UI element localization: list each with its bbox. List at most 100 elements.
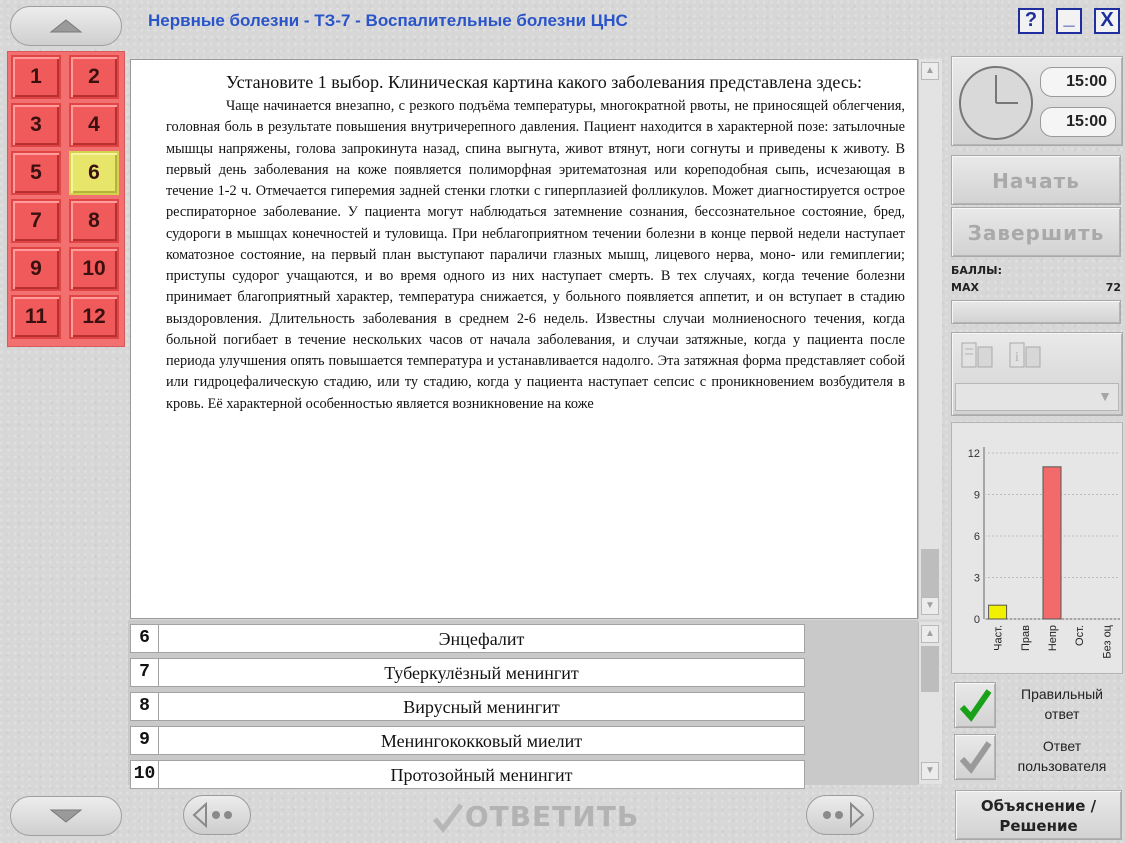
question-scrollbar[interactable]: ▲ ▼ [918, 59, 942, 619]
answer-option[interactable]: 8 Вирусный менингит [130, 692, 805, 721]
answer-number: 7 [131, 659, 159, 686]
y-tick-label: 3 [974, 573, 980, 585]
info-icon[interactable]: i [1008, 341, 1044, 371]
answer-text: Менингококковый миелит [380, 731, 583, 751]
help-icon: ? [1024, 9, 1038, 31]
user-label-line2: пользователя [1017, 758, 1107, 774]
question-2-button[interactable]: 2 [69, 55, 119, 99]
scroll-down-arrow-icon[interactable]: ▼ [921, 597, 939, 615]
x-tick-label: Непр [1047, 625, 1059, 651]
answer-text: Вирусный менингит [403, 697, 560, 717]
x-tick-label: Без оц [1101, 624, 1113, 658]
explanation-label-line2: Решение [999, 817, 1078, 835]
arrow-right-dots-icon [823, 801, 865, 829]
score-label: БАЛЛЫ: [951, 264, 1002, 277]
finish-button[interactable]: Завершить [951, 207, 1121, 257]
question-7-button[interactable]: 7 [11, 199, 61, 243]
answers-scroll-down-icon[interactable]: ▼ [921, 762, 939, 780]
options-dropdown[interactable]: ▼ [955, 383, 1119, 411]
scroll-up-arrow-icon[interactable]: ▲ [921, 62, 939, 80]
start-button[interactable]: Начать [951, 155, 1121, 205]
checkmark-gray-icon [959, 741, 992, 774]
question-body: Чаще начинается внезапно, с резкого подъ… [166, 98, 905, 412]
minimize-icon: _ [1063, 7, 1075, 29]
help-button[interactable]: ? [1018, 8, 1044, 34]
x-tick-label: Прав [1020, 625, 1032, 651]
correct-answer-label: Правильный ответ [1001, 684, 1123, 724]
user-answer-label: Ответ пользователя [1001, 736, 1123, 776]
correct-label-line1: Правильный [1021, 686, 1103, 702]
explanation-label-line1: Объяснение / [980, 797, 1097, 815]
legend-panel: Правильный ответ Ответ пользователя [951, 678, 1123, 786]
answer-text: Туберкулёзный менингит [384, 663, 579, 683]
answer-number: 9 [131, 727, 159, 754]
explanation-button[interactable]: Объяснение / Решение [955, 790, 1122, 840]
tools-panel: i ▼ [951, 332, 1123, 416]
x-tick-label: Част. [993, 625, 1005, 651]
arrow-left-dots-icon [192, 801, 232, 829]
check-answer-icon [432, 803, 463, 833]
question-6-button[interactable]: 6 [69, 151, 119, 195]
scroll-up-button[interactable] [10, 6, 122, 46]
clock-icon [959, 66, 1033, 140]
answers-scroll-up-icon[interactable]: ▲ [921, 625, 939, 643]
answers-scrollbar[interactable]: ▲ ▼ [918, 622, 942, 784]
triangle-up-icon [49, 19, 83, 33]
answer-option[interactable]: 9 Менингококковый миелит [130, 726, 805, 755]
window-title: Нервные болезни - ТЗ-7 - Воспалительные … [148, 11, 628, 30]
prev-question-button[interactable] [183, 795, 251, 835]
question-5-button[interactable]: 5 [11, 151, 61, 195]
question-1-button[interactable]: 1 [11, 55, 61, 99]
answer-option[interactable]: 6 Энцефалит [130, 624, 805, 653]
checkmark-green-icon [959, 689, 992, 722]
scrollbar-thumb[interactable] [921, 549, 939, 599]
title-bar: Нервные болезни - ТЗ-7 - Воспалительные … [128, 6, 1008, 36]
svg-text:i: i [1015, 350, 1019, 365]
question-text-area: Установите 1 выбор. Клиническая картина … [130, 59, 918, 619]
total-time: 15:00 [1040, 107, 1116, 137]
question-instruction: Установите 1 выбор. Клиническая картина … [226, 72, 863, 92]
score-field [951, 300, 1121, 324]
answer-text: Энцефалит [438, 629, 525, 649]
user-answer-indicator [954, 734, 996, 780]
stats-chart: 0 3 6 9 12 Част. Прав Непр Ост. Без оц [968, 447, 1120, 659]
answer-number: 6 [131, 625, 159, 652]
bar-3 [1042, 466, 1062, 620]
x-tick-label: Ост. [1074, 625, 1086, 646]
triangle-down-icon [49, 809, 83, 823]
max-label: MAX [951, 281, 979, 294]
answer-text: Протозойный менингит [390, 765, 573, 785]
answer-option[interactable]: 10 Протозойный менингит [130, 760, 805, 789]
y-tick-label: 9 [974, 490, 980, 502]
y-tick-label: 0 [974, 614, 980, 626]
question-12-button[interactable]: 12 [69, 295, 119, 339]
question-10-button[interactable]: 10 [69, 247, 119, 291]
scroll-down-button[interactable] [10, 796, 122, 836]
close-icon: X [1100, 9, 1114, 31]
user-label-line1: Ответ [1042, 738, 1082, 754]
y-tick-label: 6 [974, 531, 980, 543]
stats-chart-panel: 0 3 6 9 12 Част. Прав Непр Ост. Без оц [951, 422, 1123, 674]
correct-answer-indicator [954, 682, 996, 728]
answer-button[interactable]: ОТВЕТИТЬ [415, 795, 655, 837]
question-11-button[interactable]: 11 [11, 295, 61, 339]
answer-number: 10 [131, 761, 159, 788]
question-3-button[interactable]: 3 [11, 103, 61, 147]
answer-button-label: ОТВЕТИТЬ [464, 799, 640, 833]
question-8-button[interactable]: 8 [69, 199, 119, 243]
notes-icon[interactable] [960, 341, 996, 371]
bar-1 [988, 604, 1008, 620]
question-9-button[interactable]: 9 [11, 247, 61, 291]
question-4-button[interactable]: 4 [69, 103, 119, 147]
max-value: 72 [1105, 281, 1121, 294]
next-question-button[interactable] [806, 795, 874, 835]
y-tick-label: 12 [968, 448, 980, 460]
chevron-down-icon: ▼ [1098, 388, 1112, 404]
answer-number: 8 [131, 693, 159, 720]
answers-scrollbar-thumb[interactable] [921, 646, 939, 692]
correct-label-line2: ответ [1044, 706, 1080, 722]
answer-option[interactable]: 7 Туберкулёзный менингит [130, 658, 805, 687]
minimize-button[interactable]: _ [1056, 8, 1082, 34]
score-panel: БАЛЛЫ: MAX 72 [951, 262, 1123, 330]
close-button[interactable]: X [1094, 8, 1120, 34]
